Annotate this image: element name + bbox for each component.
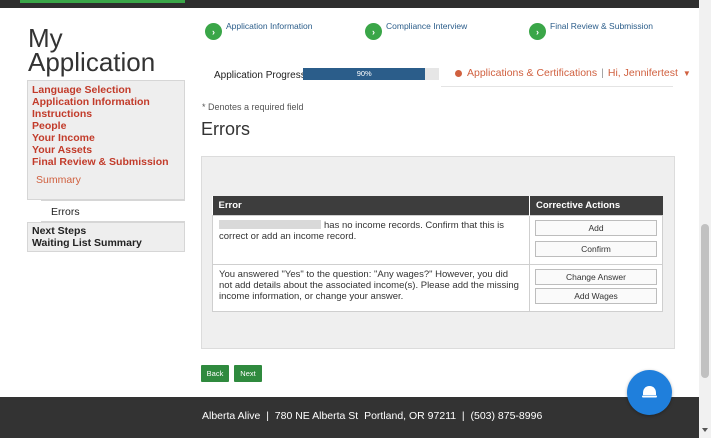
progress-label: Application Progress bbox=[214, 70, 306, 81]
applications-certifications-link[interactable]: Applications & Certifications bbox=[467, 67, 597, 79]
chevron-right-icon: › bbox=[205, 23, 222, 40]
sidebar-item-errors[interactable]: Errors bbox=[41, 200, 185, 222]
redacted-name bbox=[219, 220, 321, 230]
error-message: has no income records. Confirm that this… bbox=[212, 214, 530, 265]
chat-icon bbox=[642, 386, 657, 398]
add-button[interactable]: Add bbox=[535, 219, 657, 236]
scrollbar-thumb[interactable] bbox=[701, 224, 709, 378]
user-greeting-menu[interactable]: Hi, Jennifertest bbox=[608, 67, 678, 79]
step-final-review[interactable]: › Final Review & Submission bbox=[529, 20, 653, 40]
add-wages-button[interactable]: Add Wages bbox=[535, 287, 657, 304]
sidebar-item-your-income[interactable]: Your Income bbox=[28, 132, 184, 144]
next-button[interactable]: Next bbox=[234, 365, 262, 382]
step-label: Application Information bbox=[226, 20, 313, 31]
sidebar-item-instructions[interactable]: Instructions bbox=[28, 108, 184, 120]
divider: | bbox=[601, 67, 604, 79]
sidebar-nav-bottom: Next Steps Waiting List Summary bbox=[27, 222, 185, 252]
required-field-note: * Denotes a required field bbox=[202, 102, 304, 112]
step-compliance-interview[interactable]: › Compliance Interview bbox=[365, 20, 468, 40]
sidebar-item-final-review[interactable]: Final Review & Submission bbox=[28, 156, 184, 168]
step-label: Final Review & Submission bbox=[550, 20, 653, 31]
sidebar-item-waiting-list-summary[interactable]: Waiting List Summary bbox=[28, 237, 184, 249]
sidebar-item-language-selection[interactable]: Language Selection bbox=[28, 84, 184, 96]
scroll-down-arrow-icon[interactable] bbox=[702, 428, 708, 432]
sidebar-item-application-information[interactable]: Application Information bbox=[28, 96, 184, 108]
top-bar-accent bbox=[20, 0, 185, 3]
sidebar-title-line2: Application bbox=[28, 47, 156, 77]
chat-button[interactable] bbox=[627, 370, 672, 415]
step-label: Compliance Interview bbox=[386, 20, 468, 31]
column-header-corrective-actions: Corrective Actions bbox=[529, 196, 663, 215]
sidebar-item-next-steps[interactable]: Next Steps bbox=[28, 225, 184, 237]
errors-table: Error Corrective Actions has no income r… bbox=[212, 196, 663, 312]
progress-fill: 90% bbox=[303, 68, 426, 80]
top-bar bbox=[0, 0, 711, 8]
table-row: has no income records. Confirm that this… bbox=[212, 214, 663, 265]
divider bbox=[441, 86, 673, 87]
account-menu: Applications & Certifications | Hi, Jenn… bbox=[455, 67, 691, 79]
sidebar-item-your-assets[interactable]: Your Assets bbox=[28, 144, 184, 156]
corrective-actions: Add Confirm bbox=[529, 214, 663, 265]
page-title: Errors bbox=[201, 119, 250, 139]
sidebar-item-people[interactable]: People bbox=[28, 120, 184, 132]
column-header-error: Error bbox=[212, 196, 530, 215]
chevron-right-icon: › bbox=[365, 23, 382, 40]
sidebar-title: My Application bbox=[28, 25, 188, 77]
step-application-information[interactable]: › Application Information bbox=[205, 20, 313, 40]
table-row: You answered "Yes" to the question: "Any… bbox=[212, 263, 663, 312]
caret-down-icon[interactable]: ▼ bbox=[683, 69, 691, 78]
chevron-right-icon: › bbox=[529, 23, 546, 40]
corrective-actions: Change Answer Add Wages bbox=[529, 263, 663, 312]
sidebar-nav: Language Selection Application Informati… bbox=[27, 80, 185, 200]
vertical-scrollbar[interactable] bbox=[699, 0, 711, 438]
progress-bar: 90% bbox=[303, 68, 439, 80]
sidebar-item-summary[interactable]: Summary bbox=[28, 174, 184, 186]
footer-address: Alberta Alive | 780 NE Alberta St Portla… bbox=[202, 410, 543, 422]
status-dot-icon bbox=[455, 69, 462, 77]
footer: Alberta Alive | 780 NE Alberta St Portla… bbox=[0, 397, 711, 438]
confirm-button[interactable]: Confirm bbox=[535, 240, 657, 257]
back-button[interactable]: Back bbox=[201, 365, 229, 382]
error-message: You answered "Yes" to the question: "Any… bbox=[212, 263, 530, 312]
change-answer-button[interactable]: Change Answer bbox=[535, 268, 657, 285]
